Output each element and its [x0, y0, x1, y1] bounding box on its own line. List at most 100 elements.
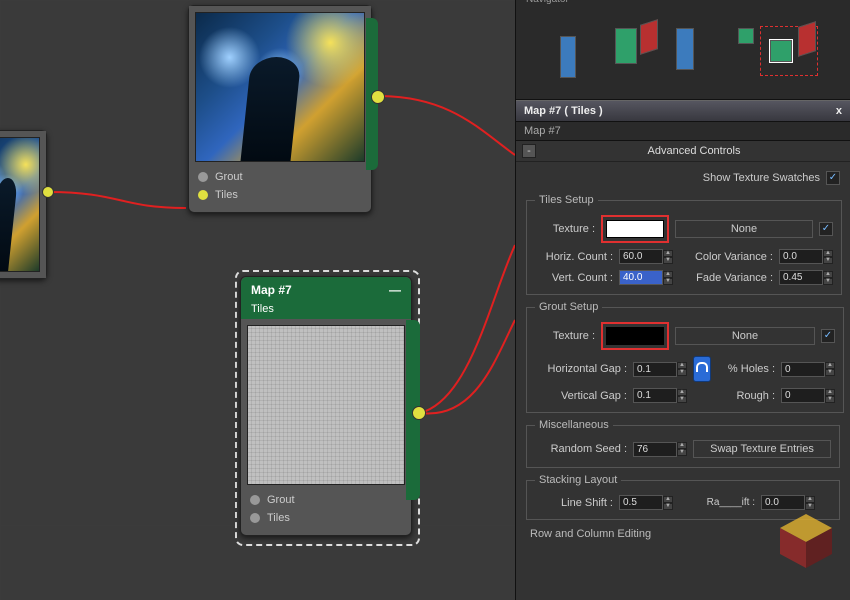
rollout-body: Show Texture Swatches Tiles Setup Textur… — [516, 162, 850, 548]
grout-texture-swatch[interactable] — [606, 327, 664, 345]
vgap-spinner[interactable]: ▲▼ — [633, 388, 687, 403]
node-slot-tiles[interactable]: Tiles — [249, 509, 403, 527]
random-label: Ra____ift : — [687, 497, 755, 508]
holes-spinner[interactable]: ▲▼ — [781, 362, 835, 377]
random-input[interactable] — [761, 495, 805, 510]
group-legend: Miscellaneous — [535, 419, 613, 431]
node-preview — [0, 137, 40, 272]
node-slot-grout[interactable]: Grout — [197, 168, 363, 186]
node-bitmap-starry[interactable]: Grout Tiles — [188, 5, 372, 213]
vcount-input[interactable] — [619, 270, 663, 285]
group-legend: Grout Setup — [535, 301, 602, 313]
rough-spinner[interactable]: ▲▼ — [781, 388, 835, 403]
tiles-texture-enable-checkbox[interactable] — [819, 222, 833, 236]
nav-thumb[interactable] — [738, 28, 754, 44]
seed-input[interactable] — [633, 442, 677, 457]
tiles-setup-group: Tiles Setup Texture : None Horiz. Count … — [526, 194, 842, 295]
slot-label: Grout — [215, 171, 243, 183]
vgap-label: Vertical Gap : — [535, 390, 627, 402]
nav-thumb[interactable] — [615, 28, 637, 64]
node-graph-canvas[interactable]: Grout Tiles Map #7 — Tiles Grout Tiles — [0, 0, 515, 600]
group-legend: Stacking Layout — [535, 474, 621, 486]
rollout-title: Advanced Controls — [544, 145, 844, 157]
rollout-toggle-icon[interactable]: - — [522, 144, 536, 158]
rough-input[interactable] — [781, 388, 825, 403]
properties-panel: Navigator Map #7 ( Tiles ) x Map #7 - Ad… — [515, 0, 850, 600]
navigator-panel[interactable]: Navigator — [516, 0, 850, 100]
hcount-spinner[interactable]: ▲▼ — [619, 249, 673, 264]
lineshift-spinner[interactable]: ▲▼ — [619, 495, 673, 510]
lock-icon[interactable] — [693, 356, 711, 382]
texture-label: Texture : — [535, 330, 595, 342]
node-header[interactable]: Map #7 — — [241, 277, 411, 303]
port-dot[interactable] — [249, 494, 261, 506]
node-bitmap-left[interactable] — [0, 130, 47, 279]
misc-group: Miscellaneous Random Seed : ▲▼ Swap Text… — [526, 419, 840, 468]
nav-thumb-selected[interactable] — [770, 40, 792, 62]
show-swatches-checkbox[interactable] — [826, 171, 840, 185]
hgap-spinner[interactable]: ▲▼ — [633, 362, 687, 377]
node-preview — [247, 325, 405, 485]
colorvar-input[interactable] — [779, 249, 823, 264]
node-preview — [195, 12, 365, 162]
hcount-label: Horiz. Count : — [535, 251, 613, 263]
node-output-port[interactable] — [42, 186, 54, 198]
colorvar-label: Color Variance : — [685, 251, 773, 263]
nav-thumb[interactable] — [640, 19, 658, 55]
hcount-input[interactable] — [619, 249, 663, 264]
grout-setup-group: Grout Setup Texture : None Horizontal Ga… — [526, 301, 844, 413]
lineshift-input[interactable] — [619, 495, 663, 510]
panel-title: Map #7 ( Tiles ) — [524, 105, 603, 117]
slot-label: Tiles — [267, 512, 290, 524]
seed-spinner[interactable]: ▲▼ — [633, 442, 687, 457]
texture-label: Texture : — [535, 223, 595, 235]
tiles-texture-swatch[interactable] — [606, 220, 664, 238]
highlight-ring — [601, 322, 669, 350]
port-dot[interactable] — [197, 171, 209, 183]
group-legend: Tiles Setup — [535, 194, 598, 206]
rough-label: Rough : — [717, 390, 775, 402]
slot-label: Grout — [267, 494, 295, 506]
rowcol-legend: Row and Column Editing — [526, 526, 840, 542]
show-swatches-label: Show Texture Swatches — [703, 172, 820, 184]
port-dot[interactable] — [197, 189, 209, 201]
fadevar-spinner[interactable]: ▲▼ — [779, 270, 833, 285]
random-spinner[interactable]: ▲▼ — [761, 495, 815, 510]
lineshift-label: Line Shift : — [535, 497, 613, 509]
colorvar-spinner[interactable]: ▲▼ — [779, 249, 833, 264]
node-output-port[interactable] — [371, 90, 385, 104]
nav-thumb[interactable] — [560, 36, 576, 78]
holes-input[interactable] — [781, 362, 825, 377]
seed-label: Random Seed : — [535, 443, 627, 455]
navigator-thumbs — [520, 4, 846, 94]
fadevar-label: Fade Variance : — [685, 272, 773, 284]
slot-label: Tiles — [215, 189, 238, 201]
vgap-input[interactable] — [633, 388, 677, 403]
node-output-port[interactable] — [412, 406, 426, 420]
map-name-field[interactable]: Map #7 — [516, 122, 850, 141]
hgap-input[interactable] — [633, 362, 677, 377]
holes-label: % Holes : — [717, 363, 775, 375]
vcount-spinner[interactable]: ▲▼ — [619, 270, 673, 285]
nav-thumb[interactable] — [798, 21, 816, 57]
vcount-label: Vert. Count : — [535, 272, 613, 284]
grout-texture-enable-checkbox[interactable] — [821, 329, 835, 343]
node-slot-grout[interactable]: Grout — [249, 491, 403, 509]
minimize-icon[interactable]: — — [389, 283, 401, 297]
tiles-texture-button[interactable]: None — [675, 220, 813, 238]
close-icon[interactable]: x — [836, 105, 842, 117]
panel-header[interactable]: Map #7 ( Tiles ) x — [516, 100, 850, 122]
node-slot-tiles[interactable]: Tiles — [197, 186, 363, 204]
node-subtitle: Tiles — [241, 303, 411, 319]
fadevar-input[interactable] — [779, 270, 823, 285]
port-dot[interactable] — [249, 512, 261, 524]
swap-textures-button[interactable]: Swap Texture Entries — [693, 440, 831, 458]
hgap-label: Horizontal Gap : — [535, 363, 627, 375]
node-title: Map #7 — [251, 283, 292, 297]
highlight-ring — [601, 215, 669, 243]
stacking-group: Stacking Layout Line Shift : ▲▼ Ra____if… — [526, 474, 840, 520]
grout-texture-button[interactable]: None — [675, 327, 815, 345]
rollout-header[interactable]: - Advanced Controls — [516, 141, 850, 162]
node-map7-tiles[interactable]: Map #7 — Tiles Grout Tiles — [240, 276, 412, 536]
nav-thumb[interactable] — [676, 28, 694, 70]
